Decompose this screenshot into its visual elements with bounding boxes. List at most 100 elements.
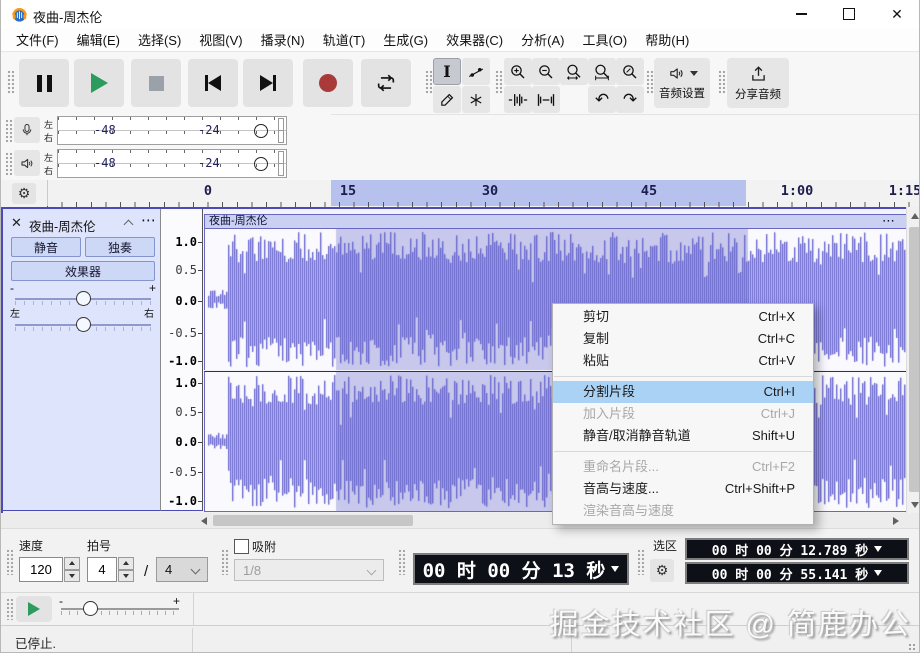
scroll-down-button[interactable] — [909, 499, 920, 510]
mute-button[interactable]: 静音 — [11, 237, 81, 257]
zoom-in-button[interactable] — [504, 58, 532, 85]
menu-item-cut[interactable]: 剪切Ctrl+X — [553, 306, 813, 328]
audio-setup-button[interactable]: 音频设置 — [654, 58, 710, 108]
selection-start-display[interactable]: 00 时 00 分 12.789 秒 — [685, 538, 909, 560]
selection-end-display[interactable]: 00 时 00 分 55.141 秒 — [685, 562, 909, 584]
timesig-lower-select[interactable]: 4 — [156, 557, 208, 582]
timeline-options-button[interactable]: ⚙ — [12, 183, 36, 204]
menu-file[interactable]: 文件(F) — [7, 27, 68, 52]
play-meter-button[interactable] — [14, 150, 40, 176]
speed-slider-thumb[interactable] — [83, 601, 98, 616]
pause-button[interactable] — [19, 59, 69, 107]
record-meter-grip[interactable] — [5, 119, 12, 142]
solo-button[interactable]: 独奏 — [85, 237, 155, 257]
menu-tools[interactable]: 工具(O) — [573, 27, 636, 52]
fit-selection-button[interactable] — [560, 58, 588, 85]
maximize-button[interactable] — [826, 0, 872, 28]
selection-start-dropdown-icon[interactable] — [874, 546, 882, 552]
tempo-input[interactable] — [19, 557, 63, 582]
play-at-speed-button[interactable] — [16, 596, 52, 622]
menu-tracks[interactable]: 轨道(T) — [314, 27, 375, 52]
silence-selection-button[interactable] — [532, 86, 560, 113]
menu-edit[interactable]: 编辑(E) — [68, 27, 129, 52]
time-format-dropdown-icon[interactable] — [611, 566, 619, 572]
play-meter-grip[interactable] — [5, 152, 12, 175]
timesig-spinner[interactable] — [118, 557, 134, 582]
vertical-scroll-thumb[interactable] — [909, 227, 920, 492]
setup-grip[interactable] — [646, 70, 653, 94]
snap-interval-select[interactable]: 1/8 — [234, 559, 384, 581]
zoom-toggle-button[interactable] — [616, 58, 644, 85]
record-meter-bar[interactable]: -48 -24 — [57, 116, 287, 145]
play-meter-bar[interactable]: -48 -24 — [57, 149, 287, 178]
time-grip[interactable] — [398, 549, 405, 575]
resize-grip[interactable] — [908, 643, 916, 651]
selection-grip[interactable] — [637, 549, 644, 575]
collapse-track-icon[interactable] — [124, 220, 134, 230]
menu-help[interactable]: 帮助(H) — [636, 27, 698, 52]
trim-outside-selection-button[interactable] — [504, 86, 532, 113]
record-meter-button[interactable] — [14, 117, 40, 143]
time-sig-grip[interactable] — [6, 549, 13, 575]
menu-select[interactable]: 选择(S) — [129, 27, 190, 52]
vertical-scrollbar[interactable] — [906, 207, 920, 513]
snap-grip[interactable] — [221, 549, 228, 575]
menu-view[interactable]: 视图(V) — [190, 27, 251, 52]
menu-item-split-clip[interactable]: 分割片段Ctrl+I — [553, 381, 813, 403]
draw-tool-button[interactable] — [433, 86, 461, 113]
selection-end-dropdown-icon[interactable] — [874, 570, 882, 576]
scroll-right-button[interactable] — [889, 515, 903, 526]
tools-grip[interactable] — [425, 70, 432, 94]
menu-transport[interactable]: 播录(N) — [252, 27, 314, 52]
zoom-out-button[interactable] — [532, 58, 560, 85]
track-menu-icon[interactable]: ⋯ — [141, 211, 157, 229]
share-grip[interactable] — [718, 70, 725, 94]
selection-options-button[interactable]: ⚙ — [650, 559, 674, 582]
timeline-ruler[interactable]: 0 15 30 45 1:00 1:15 ⚙ — [1, 180, 919, 208]
track-vertical-ruler[interactable]: 1.0 0.5 0.0 -0.5 -1.0 1.0 0.5 0.0 -0.5 -… — [161, 209, 203, 511]
redo-button[interactable]: ↷ — [616, 86, 644, 113]
menu-item-pitch-and-speed[interactable]: 音高与速度...Ctrl+Shift+P — [553, 478, 813, 500]
scroll-left-button[interactable] — [197, 515, 211, 526]
timesig-upper-input[interactable] — [87, 557, 117, 582]
skip-to-start-button[interactable] — [188, 59, 238, 107]
play-speed-grip[interactable] — [6, 598, 13, 620]
pan-slider-thumb[interactable] — [76, 317, 91, 332]
horizontal-scroll-thumb[interactable] — [213, 515, 413, 526]
play-button[interactable] — [74, 59, 124, 107]
record-button[interactable] — [303, 59, 353, 107]
menu-item-render-pitch-speed[interactable]: 渲染音高与速度 — [553, 500, 813, 522]
tempo-spinner[interactable] — [64, 557, 80, 582]
multi-tool-button[interactable] — [462, 86, 490, 113]
edit-grip[interactable] — [495, 70, 502, 94]
minimize-button[interactable] — [778, 0, 824, 28]
menu-item-copy[interactable]: 复制Ctrl+C — [553, 328, 813, 350]
scroll-up-button[interactable] — [909, 210, 920, 221]
menu-item-rename-clip[interactable]: 重命名片段...Ctrl+F2 — [553, 456, 813, 478]
menu-item-join-clips[interactable]: 加入片段Ctrl+J — [553, 403, 813, 425]
menu-analyze[interactable]: 分析(A) — [512, 27, 573, 52]
fit-project-button[interactable] — [588, 58, 616, 85]
menu-generate[interactable]: 生成(G) — [374, 27, 437, 52]
menu-effect[interactable]: 效果器(C) — [437, 27, 512, 52]
stop-button[interactable] — [131, 59, 181, 107]
track-close-icon[interactable]: ✕ — [11, 215, 22, 231]
clip-menu-icon[interactable]: ⋯ — [882, 214, 896, 227]
selection-tool-button[interactable]: I — [433, 58, 461, 85]
transport-grip[interactable] — [7, 70, 14, 94]
close-button[interactable]: ✕ — [874, 0, 920, 28]
effects-button[interactable]: 效果器 — [11, 261, 155, 281]
menu-item-paste[interactable]: 粘贴Ctrl+V — [553, 350, 813, 372]
snap-checkbox[interactable] — [234, 539, 249, 554]
menu-item-mute-unmute-track[interactable]: 静音/取消静音轨道Shift+U — [553, 425, 813, 447]
track-name[interactable]: 夜曲-周杰伦 — [29, 216, 96, 235]
envelope-tool-button[interactable] — [462, 58, 490, 85]
skip-to-end-button[interactable] — [243, 59, 293, 107]
track-control-panel[interactable]: ✕ 夜曲-周杰伦 ⋯ 静音 独奏 效果器 - + 左 右 — [3, 209, 161, 511]
share-audio-button[interactable]: 分享音频 — [727, 58, 789, 108]
loop-button[interactable] — [361, 59, 411, 107]
undo-button[interactable]: ↶ — [588, 86, 616, 113]
clip-header[interactable]: 夜曲-周杰伦 ⋯ — [204, 214, 908, 229]
audio-position-display[interactable]: 00 时 00 分 13 秒 — [413, 553, 629, 585]
gain-slider-thumb[interactable] — [76, 291, 91, 306]
